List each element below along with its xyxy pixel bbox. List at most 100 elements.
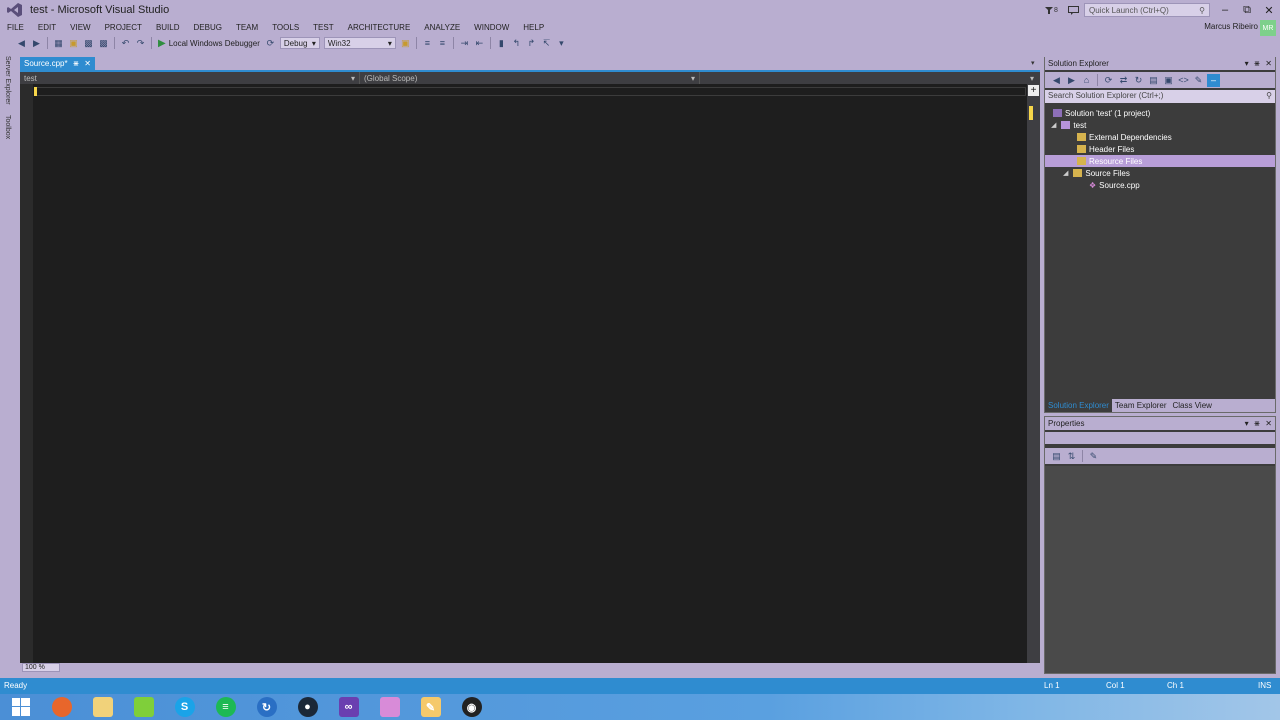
update-icon[interactable]: ↻ [246,694,287,720]
forward-icon[interactable]: ▶ [1065,74,1078,87]
solution-search-input[interactable]: Search Solution Explorer (Ctrl+;) ⚲ [1045,90,1275,103]
expand-arrow-icon[interactable]: ◢ [1063,169,1068,177]
show-all-files-icon[interactable]: ▣ [1162,74,1175,87]
tab-class-view[interactable]: Class View [1170,399,1215,412]
configuration-select[interactable]: Debug ▾ [279,37,320,49]
tab-source-cpp[interactable]: Source.cpp* ⋇ ✕ [20,57,95,70]
bookmark-icon[interactable]: ▮ [495,37,508,50]
restore-button[interactable]: ⧉ [1236,0,1258,20]
skype-icon[interactable]: S [164,694,205,720]
preview-icon[interactable]: – [1207,73,1220,87]
menu-analyze[interactable]: ANALYZE [417,23,467,32]
notification-flag-icon[interactable]: 8 [1042,3,1060,17]
code-editor[interactable] [20,84,1040,663]
menu-build[interactable]: BUILD [149,23,187,32]
firefox-icon[interactable] [41,694,82,720]
tree-project[interactable]: ◢ test [1051,119,1086,131]
feedback-icon[interactable] [1066,3,1080,17]
comment-icon[interactable]: ≡ [421,37,434,50]
windows-start-icon[interactable] [0,694,41,720]
properties-object-select[interactable] [1045,432,1275,444]
chevron-down-icon[interactable]: ▾ [1245,59,1249,68]
menu-architecture[interactable]: ARCHITECTURE [341,23,418,32]
menu-window[interactable]: WINDOW [467,23,516,32]
home-icon[interactable]: ⌂ [1080,74,1093,87]
tree-source-cpp[interactable]: ❖ Source.cpp [1089,179,1140,191]
menu-help[interactable]: HELP [516,23,551,32]
menu-debug[interactable]: DEBUG [187,23,229,32]
sync-icon[interactable]: ⇄ [1117,74,1130,87]
obs-icon[interactable]: ◉ [451,694,492,720]
tree-header-files[interactable]: Header Files [1077,143,1134,155]
close-icon[interactable]: ✕ [84,59,91,68]
document-overflow-icon[interactable]: ▾ [1031,59,1035,67]
uncomment-icon[interactable]: ≡ [436,37,449,50]
new-project-icon[interactable]: ▦ [52,37,65,50]
close-button[interactable]: ✕ [1258,0,1280,20]
find-in-files-icon[interactable]: ▣ [399,37,412,50]
spotify-icon[interactable]: ≡ [205,694,246,720]
property-pages-icon[interactable]: ✎ [1087,450,1100,463]
menu-team[interactable]: TEAM [229,23,265,32]
menu-view[interactable]: VIEW [63,23,97,32]
alphabetical-icon[interactable]: ⇅ [1065,450,1078,463]
project-combo[interactable]: test ▾ [20,72,360,84]
collapse-all-icon[interactable]: ▤ [1147,74,1160,87]
chevron-down-icon[interactable]: ▾ [1245,419,1249,428]
toolbar-overflow-icon[interactable]: ▾ [555,37,568,50]
menu-tools[interactable]: TOOLS [265,23,306,32]
open-file-icon[interactable]: ▣ [67,37,80,50]
tree-solution[interactable]: Solution 'test' (1 project) [1053,107,1150,119]
expand-arrow-icon[interactable]: ◢ [1051,121,1056,129]
steam-icon[interactable]: ● [287,694,328,720]
outdent-icon[interactable]: ⇤ [473,37,486,50]
split-editor-button[interactable]: + [1028,85,1039,96]
menu-test[interactable]: TEST [306,23,340,32]
attach-icon[interactable]: ⟳ [264,37,277,50]
prev-bookmark-icon[interactable]: ↰ [510,37,523,50]
pin-icon[interactable]: ⋇ [73,59,80,68]
categorized-icon[interactable]: ▤ [1050,450,1063,463]
refresh-icon[interactable]: ↻ [1132,74,1145,87]
paint-app-icon[interactable] [369,694,410,720]
forward-icon[interactable]: ▶ [30,37,43,50]
next-bookmark-icon[interactable]: ↱ [525,37,538,50]
indent-icon[interactable]: ⇥ [458,37,471,50]
file-explorer-icon[interactable] [82,694,123,720]
green-app-icon[interactable] [123,694,164,720]
scope-combo[interactable]: (Global Scope) ▾ [360,72,700,84]
back-icon[interactable]: ◀ [15,37,28,50]
toolbox-tab[interactable]: Toolbox [4,115,11,139]
save-icon[interactable]: ▩ [82,37,95,50]
undo-icon[interactable]: ↶ [119,37,132,50]
editor-scrollbar[interactable] [1027,84,1040,663]
zoom-select[interactable]: 100 % [22,663,60,672]
pending-changes-icon[interactable]: ⟳ [1102,74,1115,87]
close-icon[interactable]: ✕ [1265,59,1272,68]
tab-solution-explorer[interactable]: Solution Explorer [1045,399,1112,412]
menu-project[interactable]: PROJECT [98,23,149,32]
clear-bookmarks-icon[interactable]: ↸ [540,37,553,50]
platform-select[interactable]: Win32 ▾ [323,37,396,49]
quick-launch-input[interactable]: Quick Launch (Ctrl+Q) ⚲ [1084,3,1210,17]
server-explorer-tab[interactable]: Server Explorer [4,56,11,105]
tab-team-explorer[interactable]: Team Explorer [1112,399,1170,412]
redo-icon[interactable]: ↷ [134,37,147,50]
close-icon[interactable]: ✕ [1265,419,1272,428]
tree-external-dependencies[interactable]: External Dependencies [1077,131,1172,143]
member-combo[interactable]: ▾ [700,72,1038,84]
tree-source-files[interactable]: ◢ Source Files [1063,167,1130,179]
pin-icon[interactable]: ⋇ [1254,59,1261,68]
avatar[interactable]: MR [1260,20,1276,36]
start-debugging-button[interactable]: ▶ Local Windows Debugger [155,38,263,49]
back-icon[interactable]: ◀ [1050,74,1063,87]
tree-resource-files[interactable]: Resource Files [1077,155,1142,167]
pin-icon[interactable]: ⋇ [1254,419,1261,428]
properties-icon[interactable]: ✎ [1192,74,1205,87]
notepad-icon[interactable]: ✎ [410,694,451,720]
view-code-icon[interactable]: <> [1177,74,1190,87]
visual-studio-icon[interactable]: ∞ [328,694,369,720]
minimize-button[interactable]: – [1214,0,1236,20]
user-name[interactable]: Marcus Ribeiro [1204,22,1258,31]
menu-file[interactable]: FILE [0,23,31,32]
